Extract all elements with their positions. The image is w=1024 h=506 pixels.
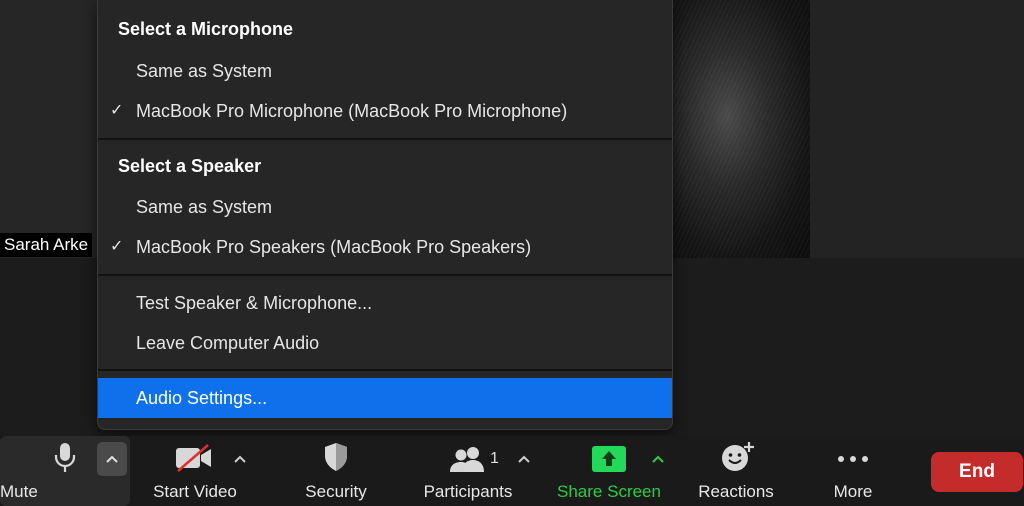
- reactions-label: Reactions: [698, 482, 774, 501]
- speaker-section-header: Select a Speaker: [118, 156, 262, 176]
- menu-item-label: MacBook Pro Speakers (MacBook Pro Speake…: [136, 237, 532, 257]
- participant-name-tag: Sarah Arke: [0, 233, 93, 257]
- checkmark-icon: ✓: [110, 102, 124, 119]
- participants-count: 1: [490, 450, 499, 467]
- participants-icon: [450, 446, 486, 477]
- share-screen-icon: [592, 446, 626, 477]
- participants-label: Participants: [423, 482, 513, 501]
- audio-settings-item[interactable]: Audio Settings...: [98, 378, 672, 418]
- menu-item-label: Test Speaker & Microphone...: [136, 293, 373, 313]
- share-screen-label: Share Screen: [557, 482, 661, 501]
- menu-item-label: Leave Computer Audio: [136, 333, 320, 353]
- menu-item-label: Same as System: [136, 61, 273, 81]
- microphone-section-header: Select a Microphone: [118, 19, 294, 39]
- audio-options-menu: Select a Microphone Same as System ✓ Mac…: [97, 0, 673, 430]
- more-button[interactable]: More: [808, 436, 898, 506]
- menu-item-label: Audio Settings...: [136, 388, 268, 408]
- video-off-icon: [175, 444, 213, 477]
- speaker-option-macbook-pro[interactable]: ✓ MacBook Pro Speakers (MacBook Pro Spea…: [98, 227, 672, 267]
- menu-item-label: Same as System: [136, 197, 273, 217]
- menu-item-label: MacBook Pro Microphone (MacBook Pro Micr…: [136, 101, 568, 121]
- share-screen-button[interactable]: Share Screen: [550, 436, 668, 506]
- reactions-button[interactable]: Reactions: [688, 436, 784, 506]
- microphone-option-same-as-system[interactable]: Same as System: [98, 51, 672, 91]
- checkmark-icon: ✓: [110, 238, 124, 255]
- video-tile-self: [0, 0, 100, 258]
- more-dots-icon: [837, 450, 869, 468]
- mute-label: Mute: [0, 482, 38, 501]
- video-tile-empty: [810, 0, 1024, 258]
- chevron-up-icon: [106, 455, 118, 463]
- leave-computer-audio-item[interactable]: Leave Computer Audio: [98, 323, 672, 363]
- security-button[interactable]: Security: [290, 436, 382, 506]
- end-meeting-button[interactable]: End: [931, 452, 1023, 492]
- meeting-toolbar: Mute Start Video Security Participants 1…: [0, 436, 1024, 506]
- menu-divider: [98, 274, 672, 276]
- share-options-chevron-icon[interactable]: [651, 454, 665, 464]
- test-speaker-microphone-item[interactable]: Test Speaker & Microphone...: [98, 283, 672, 323]
- menu-divider: [98, 369, 672, 371]
- start-video-label: Start Video: [153, 482, 237, 501]
- menu-divider: [98, 138, 672, 140]
- more-label: More: [833, 482, 873, 501]
- security-label: Security: [305, 482, 367, 501]
- video-tile-participant: [672, 0, 810, 258]
- speaker-option-same-as-system[interactable]: Same as System: [98, 187, 672, 227]
- start-video-button[interactable]: Start Video: [140, 436, 250, 506]
- video-options-chevron-icon[interactable]: [233, 454, 247, 464]
- microphone-icon: [54, 442, 76, 479]
- microphone-option-macbook-pro[interactable]: ✓ MacBook Pro Microphone (MacBook Pro Mi…: [98, 91, 672, 131]
- participants-options-chevron-icon[interactable]: [517, 454, 531, 464]
- shield-icon: [323, 442, 349, 477]
- participants-button[interactable]: Participants: [414, 436, 522, 506]
- audio-options-caret-button[interactable]: [97, 442, 127, 476]
- emoji-add-icon: [721, 441, 755, 478]
